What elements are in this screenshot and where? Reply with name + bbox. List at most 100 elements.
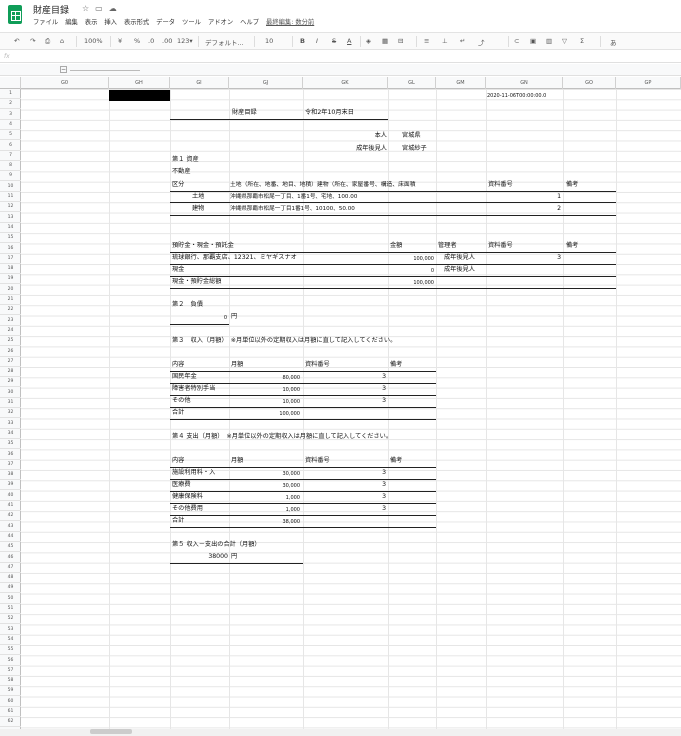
realestate-header-no[interactable]: 資料番号	[488, 181, 513, 189]
deposit-manager[interactable]: 成年後見人	[444, 266, 475, 274]
section-5-title[interactable]: 第５ 収入－支出の合計（月額）	[172, 541, 261, 549]
bold-button[interactable]: B	[300, 37, 305, 45]
row-header[interactable]: 56	[0, 656, 21, 666]
row-header[interactable]: 25	[0, 336, 21, 347]
expense-no[interactable]: 3	[370, 481, 386, 489]
decrease-decimal-button[interactable]: .0	[148, 37, 154, 45]
row-header[interactable]: 55	[0, 645, 21, 656]
row-header[interactable]: 58	[0, 676, 21, 687]
row-header[interactable]: 28	[0, 367, 21, 378]
date-cell[interactable]: 令和2年10月末日	[305, 109, 354, 117]
deposit-header-name[interactable]: 預貯金・現金・預託金	[172, 242, 234, 250]
formula-bar[interactable]: fx	[0, 51, 681, 63]
income-amount[interactable]: 80,000	[240, 374, 301, 382]
deposit-amount[interactable]: 100,000	[390, 279, 434, 287]
expense-header-note[interactable]: 備考	[390, 457, 402, 465]
star-icon[interactable]: ☆	[82, 4, 95, 13]
person-label[interactable]: 本人	[340, 132, 387, 140]
print-icon[interactable]: ⎙	[45, 37, 50, 46]
currency-button[interactable]: ¥	[118, 37, 122, 45]
income-item[interactable]: 合計	[172, 409, 184, 417]
expense-item[interactable]: 合計	[172, 517, 184, 525]
row-header[interactable]: 43	[0, 522, 21, 532]
section-1-title[interactable]: 第１ 資産	[172, 156, 199, 164]
row-header[interactable]: 34	[0, 429, 21, 439]
income-item[interactable]: 国民年金	[172, 373, 197, 381]
zoom-select[interactable]: 100%	[84, 37, 103, 45]
menu-format[interactable]: 表示形式	[124, 17, 149, 26]
font-size-select[interactable]: 10	[265, 37, 273, 45]
guardian-label[interactable]: 成年後見人	[320, 145, 387, 153]
fill-color-icon[interactable]: ◈	[366, 37, 371, 45]
row-header[interactable]: 50	[0, 594, 21, 604]
column-header[interactable]: GI	[170, 77, 229, 89]
row-header[interactable]: 57	[0, 666, 21, 676]
column-header[interactable]: GL	[388, 77, 436, 89]
row-header[interactable]: 30	[0, 388, 21, 398]
deposit-header-amount[interactable]: 金額	[390, 242, 402, 250]
net-amount[interactable]: 38000	[190, 553, 228, 561]
row-header[interactable]: 60	[0, 697, 21, 707]
row-header[interactable]: 7	[0, 151, 21, 161]
row-header[interactable]: 37	[0, 460, 21, 470]
row-header[interactable]: 14	[0, 223, 21, 233]
row-header[interactable]: 24	[0, 326, 21, 336]
row-header[interactable]: 10	[0, 182, 21, 192]
row-header[interactable]: 1	[0, 89, 21, 99]
row-header[interactable]: 29	[0, 377, 21, 388]
expense-header-item[interactable]: 内容	[172, 457, 184, 465]
datetime-cell[interactable]: 2020-11-06T00:00:00.0	[487, 92, 546, 100]
row-header[interactable]: 62	[0, 717, 21, 728]
row-header[interactable]: 49	[0, 583, 21, 594]
row-header[interactable]: 26	[0, 347, 21, 357]
column-header[interactable]: GN	[486, 77, 563, 89]
menu-data[interactable]: データ	[156, 17, 175, 26]
income-header-note[interactable]: 備考	[390, 361, 402, 369]
deposit-no[interactable]: 3	[540, 254, 561, 262]
row-header[interactable]: 3	[0, 110, 21, 120]
expense-amount[interactable]: 30,000	[240, 482, 301, 490]
row-header[interactable]: 52	[0, 614, 21, 625]
input-tools-icon[interactable]: あ	[610, 37, 617, 47]
expense-no[interactable]: 3	[370, 505, 386, 513]
income-amount[interactable]: 10,000	[240, 398, 301, 406]
income-no[interactable]: 3	[370, 373, 386, 381]
column-header[interactable]: GP	[616, 77, 681, 89]
column-header[interactable]: GO	[563, 77, 616, 89]
deposit-name[interactable]: 現金	[172, 266, 184, 274]
link-icon[interactable]: ⊂	[514, 37, 519, 45]
net-unit[interactable]: 円	[231, 553, 237, 561]
income-no[interactable]: 3	[370, 397, 386, 405]
deposit-amount[interactable]: 0	[390, 267, 434, 275]
deposit-name[interactable]: 現金・預貯金総額	[172, 278, 222, 286]
expense-item[interactable]: 施設利用料・入	[172, 469, 215, 477]
increase-decimal-button[interactable]: .00	[162, 37, 172, 45]
income-item[interactable]: その他	[172, 397, 191, 405]
cloud-icon[interactable]: ☁	[109, 4, 123, 13]
menu-addons[interactable]: アドオン	[208, 17, 233, 26]
row-header[interactable]: 17	[0, 254, 21, 264]
last-edit-link[interactable]: 最終編集: 数分前	[266, 17, 314, 26]
column-header[interactable]: GM	[436, 77, 486, 89]
row-header[interactable]: 13	[0, 213, 21, 223]
strikethrough-button[interactable]: S	[332, 37, 336, 45]
deposit-manager[interactable]: 成年後見人	[444, 254, 475, 262]
income-no[interactable]: 3	[370, 385, 386, 393]
comment-icon[interactable]: ▣	[530, 37, 536, 45]
row-header[interactable]: 21	[0, 295, 21, 305]
row-header[interactable]: 15	[0, 233, 21, 244]
expense-header-no[interactable]: 資料番号	[305, 457, 330, 465]
menu-view[interactable]: 表示	[85, 17, 98, 26]
row-header[interactable]: 38	[0, 470, 21, 481]
row-header[interactable]: 59	[0, 686, 21, 697]
row-header[interactable]: 47	[0, 563, 21, 573]
expense-amount[interactable]: 1,000	[240, 494, 300, 502]
income-header-item[interactable]: 内容	[172, 361, 184, 369]
row-header[interactable]: 12	[0, 202, 21, 213]
expense-item[interactable]: その他費用	[172, 505, 203, 513]
row-header[interactable]: 31	[0, 398, 21, 408]
row-header[interactable]: 44	[0, 532, 21, 542]
row-header[interactable]: 42	[0, 511, 21, 522]
row-header[interactable]: 27	[0, 357, 21, 367]
expense-amount[interactable]: 30,000	[240, 470, 301, 478]
